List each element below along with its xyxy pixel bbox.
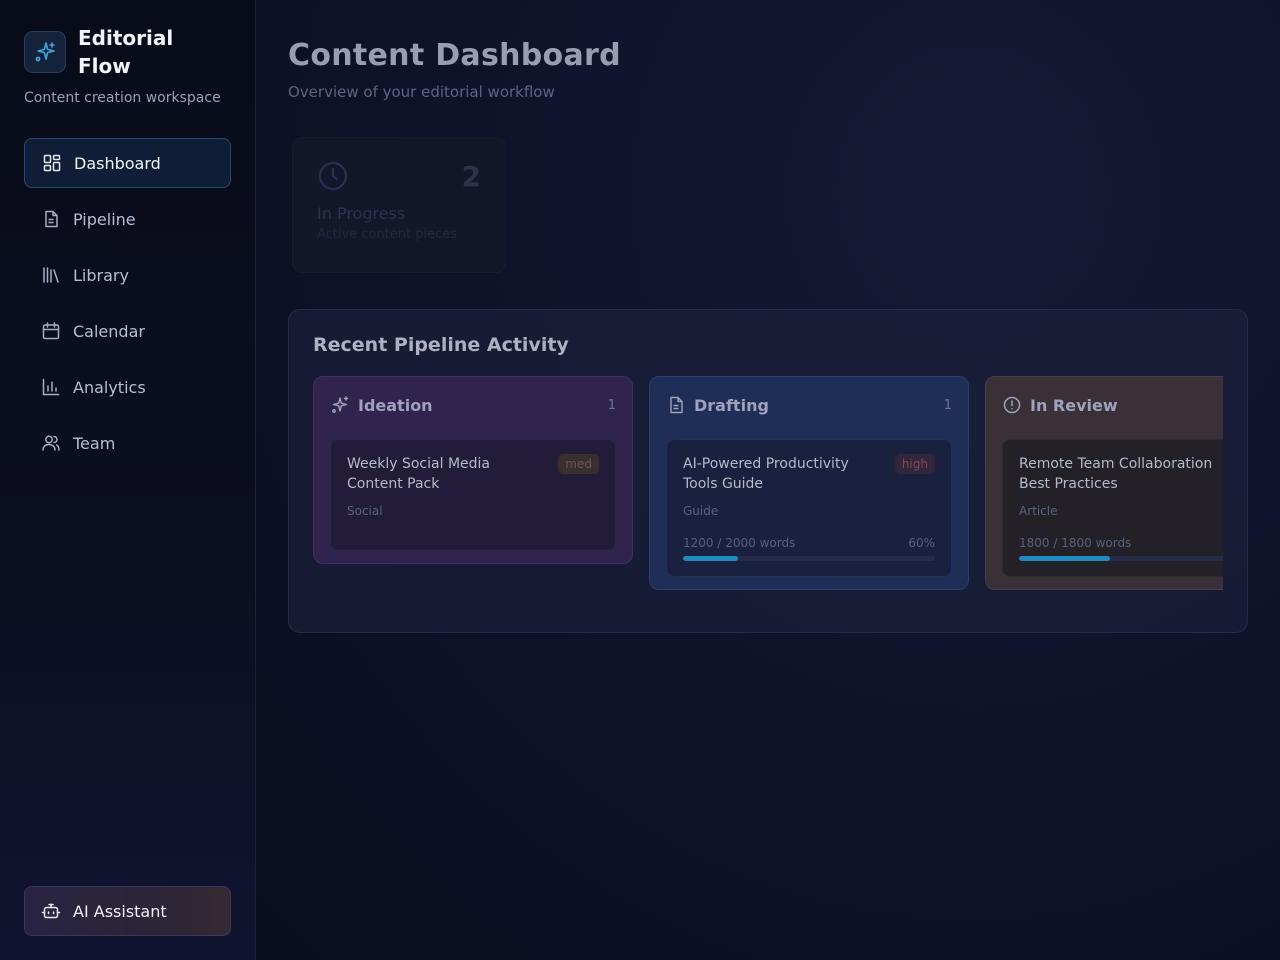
progress-bar-fill — [1019, 556, 1110, 561]
column-header: Drafting 1 — [666, 393, 952, 417]
document-icon — [666, 395, 686, 415]
sidebar-item-team[interactable]: Team — [24, 418, 231, 468]
column-name: In Review — [1030, 395, 1118, 415]
word-count: 1800 / 1800 words — [1019, 536, 1132, 550]
sidebar-item-label: Pipeline — [73, 209, 136, 229]
sidebar-item-dashboard[interactable]: Dashboard — [24, 138, 231, 188]
calendar-icon — [41, 321, 61, 341]
column-name: Ideation — [358, 395, 433, 415]
stat-label: In Progress — [317, 204, 406, 223]
sidebar-item-analytics[interactable]: Analytics — [24, 362, 231, 412]
card-title: AI-Powered Productivity Tools Guide — [683, 456, 849, 492]
bar-chart-icon — [41, 377, 61, 397]
progress-bar-fill — [683, 556, 739, 561]
sidebar: Editorial Flow Content creation workspac… — [0, 0, 256, 960]
dashboard-icon — [42, 153, 62, 173]
sidebar-item-calendar[interactable]: Calendar — [24, 306, 231, 356]
priority-badge: high — [894, 454, 935, 474]
sidebar-nav: Dashboard Pipeline Library Calendar Anal… — [24, 138, 231, 468]
column-count: 1 — [943, 397, 952, 413]
stat-card-in-progress: 2 In Progress Active content pieces — [292, 137, 506, 273]
progress-percent: 60% — [908, 536, 935, 550]
ai-assistant-button[interactable]: AI Assistant — [24, 886, 231, 936]
sidebar-item-pipeline[interactable]: Pipeline — [24, 194, 231, 244]
card-title: Remote Team Collaboration Best Practices — [1019, 456, 1213, 492]
pipeline-columns: Ideation 1 Weekly Social Media Content P… — [313, 376, 1223, 590]
priority-badge: med — [558, 454, 599, 474]
progress-row: 1800 / 1800 words — [1019, 536, 1223, 550]
column-header: In Review — [1002, 393, 1223, 417]
library-icon — [41, 265, 61, 285]
column-header: Ideation 1 — [330, 393, 616, 417]
content-card[interactable]: Weekly Social Media Content Pack med Soc… — [330, 439, 616, 551]
bot-icon — [41, 901, 61, 921]
page-subtitle: Overview of your editorial workflow — [288, 83, 555, 101]
word-count: 1200 / 2000 words — [683, 536, 796, 550]
main-content: Content Dashboard Overview of your edito… — [256, 0, 1280, 960]
sparkles-icon — [24, 31, 66, 73]
sparkles-icon — [330, 395, 350, 415]
column-drafting: Drafting 1 AI-Powered Productivity Tools… — [649, 376, 969, 590]
card-title: Weekly Social Media Content Pack — [347, 456, 490, 492]
app: Editorial Flow Content creation workspac… — [0, 0, 1280, 960]
card-type: Guide — [683, 504, 719, 518]
clock-icon — [317, 160, 349, 192]
column-in-review: In Review Remote Team Collaboration Best… — [985, 376, 1223, 590]
sidebar-item-label: Team — [73, 433, 116, 453]
stat-value: 2 — [461, 160, 481, 193]
brand: Editorial Flow — [24, 24, 231, 80]
alert-circle-icon — [1002, 395, 1022, 415]
column-ideation: Ideation 1 Weekly Social Media Content P… — [313, 376, 633, 564]
recent-activity-panel: Recent Pipeline Activity Ideation 1 Week… — [288, 309, 1248, 633]
app-name: Editorial Flow — [78, 26, 174, 78]
ai-assistant-label: AI Assistant — [73, 901, 167, 921]
content-card[interactable]: AI-Powered Productivity Tools Guide high… — [666, 439, 952, 577]
content-card[interactable]: Remote Team Collaboration Best Practices… — [1002, 439, 1223, 577]
progress-bar — [683, 556, 935, 561]
activity-title: Recent Pipeline Activity — [313, 334, 569, 356]
sidebar-item-label: Analytics — [73, 377, 146, 397]
users-icon — [41, 433, 61, 453]
app-subtitle: Content creation workspace — [24, 90, 221, 106]
column-count: 1 — [607, 397, 616, 413]
sidebar-item-library[interactable]: Library — [24, 250, 231, 300]
sidebar-item-label: Calendar — [73, 321, 145, 341]
progress-bar — [1019, 556, 1223, 561]
column-name: Drafting — [694, 395, 769, 415]
progress-row: 1200 / 2000 words 60% — [683, 536, 935, 550]
sidebar-item-label: Library — [73, 265, 129, 285]
stat-description: Active content pieces — [317, 227, 458, 242]
document-icon — [41, 209, 61, 229]
card-type: Article — [1019, 504, 1058, 518]
page-title: Content Dashboard — [288, 38, 621, 73]
sidebar-item-label: Dashboard — [74, 153, 161, 173]
card-type: Social — [347, 504, 383, 518]
